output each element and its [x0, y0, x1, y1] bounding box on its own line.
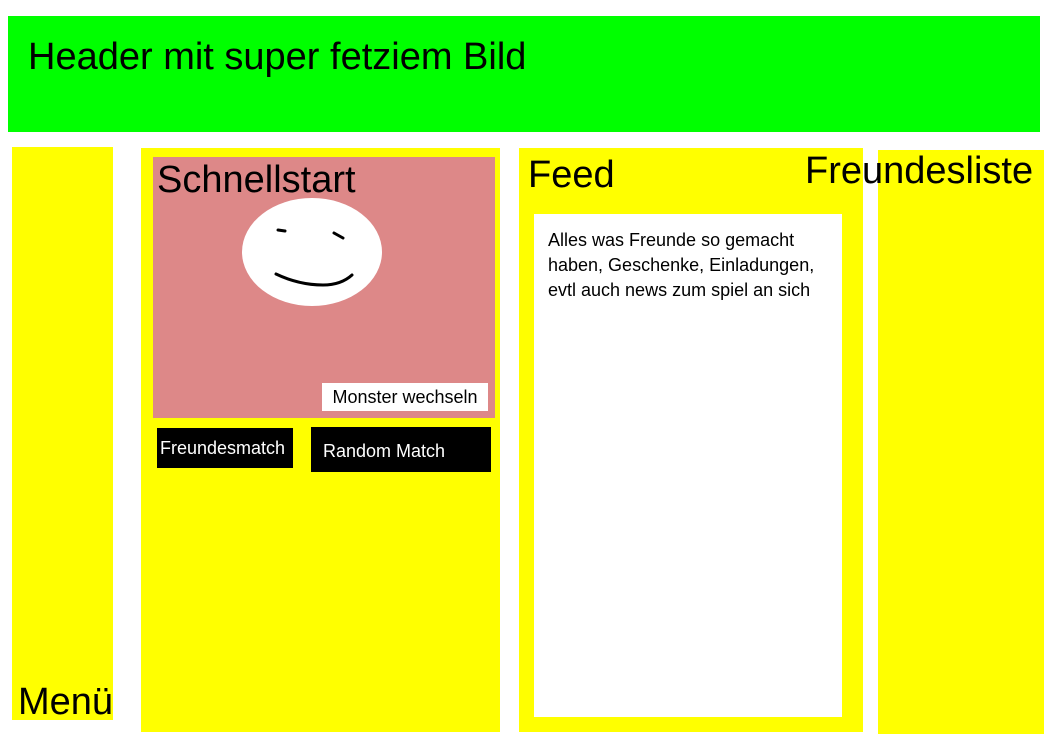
- page: Header mit super fetziem Bild Menü Schne…: [0, 0, 1052, 744]
- smiley-face-icon: [242, 198, 382, 306]
- monster-panel: Schnellstart Monster wechseln: [153, 157, 495, 418]
- header-banner: Header mit super fetziem Bild: [8, 16, 1040, 132]
- friends-list-column[interactable]: [878, 150, 1044, 734]
- header-title: Header mit super fetziem Bild: [28, 36, 527, 78]
- feed-content-box: Alles was Freunde so gemacht haben, Gesc…: [534, 214, 842, 717]
- feed-title: Feed: [528, 154, 615, 196]
- menu-label[interactable]: Menü: [18, 681, 113, 724]
- menu-column[interactable]: Menü: [12, 147, 113, 723]
- schnellstart-title: Schnellstart: [157, 159, 356, 201]
- monster-switch-button[interactable]: Monster wechseln: [322, 383, 488, 411]
- feed-column: Feed Alles was Freunde so gemacht haben,…: [519, 148, 863, 732]
- friend-match-button[interactable]: Freundesmatch: [157, 428, 293, 468]
- random-match-button[interactable]: Random Match: [311, 427, 491, 472]
- friends-list-title: Freundesliste: [805, 150, 1034, 192]
- feed-content-text: Alles was Freunde so gemacht haben, Gesc…: [548, 230, 815, 300]
- schnellstart-column: Schnellstart Monster wechseln Freundesma…: [141, 148, 500, 732]
